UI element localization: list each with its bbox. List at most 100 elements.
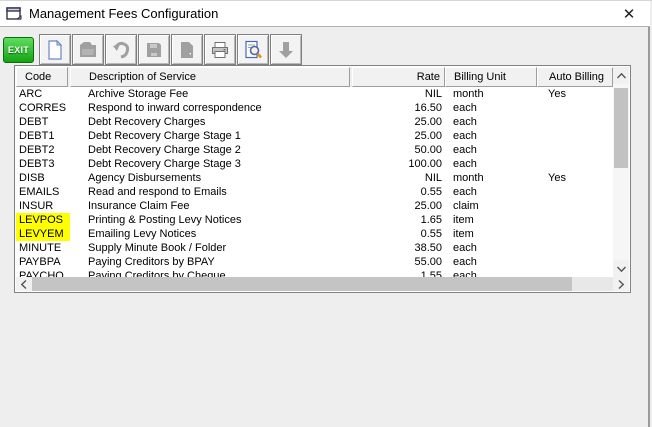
- cell-code: INSUR: [19, 200, 54, 212]
- scroll-right-button[interactable]: [613, 277, 629, 291]
- cell-auto: [537, 157, 613, 171]
- management-fees-window: Management Fees Configuration ✕ EXIT Cod…: [0, 0, 652, 427]
- open-button[interactable]: [72, 34, 104, 65]
- cell-unit: each: [453, 242, 477, 254]
- cell-code: DEBT1: [19, 130, 55, 142]
- cell-desc: Debt Recovery Charge Stage 3: [88, 158, 241, 170]
- cell-code: DEBT2: [19, 144, 55, 156]
- column-header-description[interactable]: Description of Service: [70, 67, 350, 87]
- cell-code: DEBT: [19, 116, 49, 128]
- cell-desc: Agency Disbursements: [88, 172, 202, 184]
- cell-auto: [537, 255, 613, 269]
- scroll-down-icon: [616, 266, 626, 272]
- horizontal-scrollbar[interactable]: [16, 277, 629, 291]
- table-row[interactable]: PAYCHQ Paying Creditors by Cheque 1.55 each: [16, 269, 613, 277]
- print-button[interactable]: [204, 34, 236, 65]
- open-folder-icon: [78, 40, 98, 60]
- cell-desc: Debt Recovery Charge Stage 1: [88, 130, 241, 142]
- cell-unit: each: [453, 186, 477, 198]
- cell-rate: 25.00: [414, 200, 442, 212]
- cell-unit: each: [453, 256, 477, 268]
- save-button[interactable]: [138, 34, 170, 65]
- cell-rate: 16.50: [414, 102, 442, 114]
- form-icon: [6, 6, 22, 21]
- vertical-scroll-thumb[interactable]: [614, 88, 628, 168]
- down-arrow-icon: [276, 40, 296, 60]
- undo-button[interactable]: [105, 34, 137, 65]
- cell-auto: [537, 227, 613, 241]
- cell-auto: Yes: [548, 88, 566, 100]
- table-row[interactable]: MINUTE Supply Minute Book / Folder 38.50 ea…: [16, 241, 613, 255]
- cell-auto: [537, 101, 613, 115]
- table-row[interactable]: EMAILS Read and respond to Emails 0.55 each: [16, 185, 613, 199]
- horizontal-scroll-thumb[interactable]: [32, 277, 572, 291]
- cell-code: PAYCHQ: [19, 270, 64, 277]
- table-row[interactable]: DEBT3 Debt Recovery Charge Stage 3 100.00 e…: [16, 157, 613, 171]
- cell-rate: 25.00: [414, 130, 442, 142]
- cell-auto: [537, 241, 613, 255]
- cell-rate: 50.00: [414, 144, 442, 156]
- table-row[interactable]: ARC Archive Storage Fee NIL month Yes: [16, 87, 613, 101]
- cell-unit: each: [453, 158, 477, 170]
- scroll-down-button[interactable]: [613, 260, 629, 277]
- window-right-border: [648, 1, 650, 427]
- table-row[interactable]: PAYBPA Paying Creditors by BPAY 55.00 each: [16, 255, 613, 269]
- new-button[interactable]: [39, 34, 71, 65]
- down-arrow-button[interactable]: [270, 34, 302, 65]
- cell-code: MINUTE: [19, 242, 62, 254]
- column-header-rate[interactable]: Rate: [352, 67, 445, 87]
- cell-rate: NIL: [424, 88, 442, 100]
- preview-button[interactable]: [237, 34, 269, 65]
- cell-desc: Read and respond to Emails: [88, 186, 227, 198]
- cell-rate: 1.65: [420, 214, 442, 226]
- cell-rate: 0.55: [420, 186, 442, 198]
- cell-desc: Debt Recovery Charges: [88, 116, 206, 128]
- page-icon: [177, 40, 197, 60]
- cell-rate: 0.55: [420, 228, 442, 240]
- column-header-code[interactable]: Code: [16, 67, 68, 87]
- cell-unit: month: [453, 88, 484, 100]
- cell-auto: Yes: [548, 172, 566, 184]
- table-row[interactable]: DEBT2 Debt Recovery Charge Stage 2 50.00 ea…: [16, 143, 613, 157]
- cell-rate: 38.50: [414, 242, 442, 254]
- cell-unit: claim: [453, 200, 479, 212]
- close-button[interactable]: ✕: [616, 3, 642, 25]
- cell-desc: Archive Storage Fee: [88, 88, 189, 100]
- table-row[interactable]: INSUR Insurance Claim Fee 25.00 claim: [16, 199, 613, 213]
- cell-code: PAYBPA: [19, 256, 61, 268]
- table-row[interactable]: DEBT Debt Recovery Charges 25.00 each: [16, 115, 613, 129]
- column-header-billing-unit[interactable]: Billing Unit: [445, 67, 537, 87]
- cell-desc: Paying Creditors by BPAY: [88, 256, 215, 268]
- new-document-icon: [45, 39, 65, 60]
- table-row[interactable]: LEVPOS Printing & Posting Levy Notices 1.6…: [16, 213, 613, 227]
- cell-auto: [537, 269, 613, 277]
- titlebar: Management Fees Configuration ✕: [0, 1, 650, 27]
- cell-code: DISB: [19, 172, 45, 184]
- cell-unit: item: [453, 214, 474, 226]
- cell-unit: item: [453, 228, 474, 240]
- scroll-up-button[interactable]: [613, 67, 629, 84]
- table-row[interactable]: DEBT1 Debt Recovery Charge Stage 1 25.00 ea…: [16, 129, 613, 143]
- cell-desc: Debt Recovery Charge Stage 2: [88, 144, 241, 156]
- table-row[interactable]: CORRES Respond to inward correspondence 16…: [16, 101, 613, 115]
- table-row[interactable]: DISB Agency Disbursements NIL month Yes: [16, 171, 613, 185]
- cell-code: DEBT3: [19, 158, 55, 170]
- cell-desc: Insurance Claim Fee: [88, 200, 190, 212]
- exit-button[interactable]: EXIT: [3, 37, 34, 63]
- scroll-left-icon: [21, 279, 27, 289]
- page-button[interactable]: [171, 34, 203, 65]
- toolbar: EXIT: [3, 34, 303, 66]
- window-title: Management Fees Configuration: [29, 6, 219, 21]
- vertical-scrollbar[interactable]: [613, 67, 629, 277]
- cell-unit: each: [453, 102, 477, 114]
- save-icon: [144, 40, 164, 60]
- cell-rate: 100.00: [408, 158, 442, 170]
- cell-code: LEVPOS: [16, 213, 70, 227]
- undo-icon: [111, 40, 131, 60]
- cell-auto: [537, 185, 613, 199]
- cell-desc: Emailing Levy Notices: [88, 228, 197, 240]
- cell-desc: Printing & Posting Levy Notices: [88, 214, 242, 226]
- column-header-auto-billing[interactable]: Auto Billing: [537, 67, 613, 87]
- table-row[interactable]: LEVYEM Emailing Levy Notices 0.55 item: [16, 227, 613, 241]
- scroll-left-button[interactable]: [16, 277, 32, 291]
